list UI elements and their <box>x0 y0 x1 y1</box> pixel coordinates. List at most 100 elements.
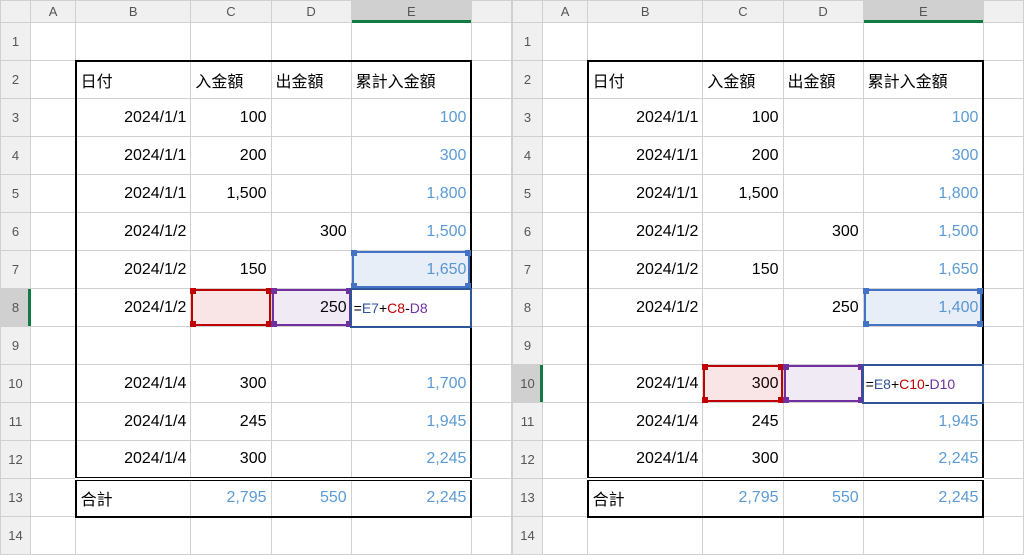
cell[interactable] <box>783 403 863 441</box>
cell[interactable]: 1,650 <box>863 251 983 289</box>
cell[interactable]: 2024/1/2 <box>588 289 703 327</box>
cell[interactable]: 200 <box>703 137 783 175</box>
row-header[interactable]: 1 <box>513 23 543 61</box>
cell[interactable]: 550 <box>271 479 351 517</box>
cell[interactable] <box>703 289 783 327</box>
cell[interactable]: 1,945 <box>863 403 983 441</box>
row-header[interactable]: 12 <box>1 441 31 479</box>
cell-c8-trace[interactable] <box>191 289 271 327</box>
cell[interactable]: 2024/1/4 <box>76 403 191 441</box>
cell[interactable]: 累計入金額 <box>351 61 471 99</box>
col-header-e[interactable]: E <box>351 1 471 23</box>
cell[interactable] <box>271 175 351 213</box>
cell[interactable] <box>271 365 351 403</box>
row-header[interactable]: 14 <box>1 517 31 555</box>
cell[interactable]: 2024/1/1 <box>76 137 191 175</box>
corner-cell[interactable] <box>513 1 543 23</box>
cell[interactable]: 300 <box>783 213 863 251</box>
cell[interactable]: 100 <box>191 99 271 137</box>
cell[interactable]: 100 <box>351 99 471 137</box>
cell[interactable] <box>783 441 863 479</box>
cell[interactable]: 2024/1/2 <box>588 213 703 251</box>
cell[interactable]: 2,245 <box>863 479 983 517</box>
row-header[interactable]: 14 <box>513 517 543 555</box>
row-header[interactable]: 2 <box>513 61 543 99</box>
cell[interactable]: 2024/1/4 <box>588 403 703 441</box>
cell[interactable]: 日付 <box>588 61 703 99</box>
row-header[interactable]: 5 <box>513 175 543 213</box>
cell[interactable]: 245 <box>191 403 271 441</box>
row-header[interactable]: 3 <box>1 99 31 137</box>
cell[interactable]: 300 <box>351 137 471 175</box>
cell-e8-trace[interactable]: 1,400 <box>863 289 983 327</box>
cell[interactable]: 2024/1/2 <box>76 289 191 327</box>
cell[interactable] <box>271 327 351 365</box>
cell[interactable] <box>703 213 783 251</box>
cell[interactable]: 2024/1/1 <box>588 175 703 213</box>
cell[interactable]: 2024/1/4 <box>588 441 703 479</box>
col-header-a[interactable]: A <box>543 1 588 23</box>
cell[interactable] <box>783 251 863 289</box>
cell-d10-trace[interactable] <box>783 365 863 403</box>
cell[interactable]: 2024/1/2 <box>588 251 703 289</box>
cell[interactable]: 245 <box>703 403 783 441</box>
col-header-a[interactable]: A <box>31 1 76 23</box>
cell-d8-trace[interactable]: 250 <box>271 289 351 327</box>
cell[interactable] <box>76 327 191 365</box>
cell[interactable]: 200 <box>191 137 271 175</box>
cell[interactable]: 100 <box>703 99 783 137</box>
cell[interactable]: 300 <box>863 137 983 175</box>
grid-right[interactable]: A B C D E 1 2 日付 入金額 出金額 累計入金額 3 2024/1/… <box>512 0 1024 555</box>
grid-left[interactable]: A B C D E 1 2 日付 入金額 出金額 累計入金額 3 2024/1/… <box>0 0 512 555</box>
row-header[interactable]: 7 <box>1 251 31 289</box>
cell[interactable] <box>271 137 351 175</box>
cell-total-label[interactable]: 合計 <box>76 479 191 517</box>
row-header[interactable]: 4 <box>1 137 31 175</box>
cell[interactable]: 300 <box>191 441 271 479</box>
cell[interactable] <box>191 213 271 251</box>
cell[interactable]: 1,800 <box>863 175 983 213</box>
cell[interactable]: 2024/1/1 <box>76 175 191 213</box>
cell-e7-trace[interactable]: 1,650 <box>351 251 471 289</box>
row-header[interactable]: 10 <box>1 365 31 403</box>
cell[interactable]: 2024/1/1 <box>588 99 703 137</box>
row-header[interactable]: 8 <box>1 289 31 327</box>
col-header-c[interactable]: C <box>703 1 783 23</box>
cell[interactable]: 1,800 <box>351 175 471 213</box>
cell[interactable]: 1,700 <box>351 365 471 403</box>
cell[interactable]: 2024/1/2 <box>76 251 191 289</box>
cell-total-label[interactable]: 合計 <box>588 479 703 517</box>
cell[interactable]: 出金額 <box>783 61 863 99</box>
row-header[interactable]: 6 <box>513 213 543 251</box>
cell[interactable] <box>863 327 983 365</box>
cell[interactable]: 2024/1/2 <box>76 213 191 251</box>
row-header[interactable]: 1 <box>1 23 31 61</box>
cell[interactable]: 2,245 <box>863 441 983 479</box>
cell[interactable]: 2024/1/1 <box>588 137 703 175</box>
row-header[interactable]: 6 <box>1 213 31 251</box>
row-header[interactable]: 12 <box>513 441 543 479</box>
row-header[interactable]: 7 <box>513 251 543 289</box>
row-header[interactable]: 13 <box>1 479 31 517</box>
cell[interactable] <box>271 99 351 137</box>
cell[interactable]: 2,795 <box>191 479 271 517</box>
col-header-d[interactable]: D <box>271 1 351 23</box>
cell[interactable] <box>783 99 863 137</box>
cell[interactable]: 300 <box>191 365 271 403</box>
corner-cell[interactable] <box>1 1 31 23</box>
col-header-c[interactable]: C <box>191 1 271 23</box>
cell[interactable] <box>271 251 351 289</box>
cell[interactable] <box>191 327 271 365</box>
cell[interactable]: 入金額 <box>191 61 271 99</box>
col-header-e[interactable]: E <box>863 1 983 23</box>
cell[interactable]: 250 <box>783 289 863 327</box>
cell[interactable]: 150 <box>703 251 783 289</box>
cell[interactable] <box>783 137 863 175</box>
cell-e10-formula[interactable]: =E8+C10-D10 <box>863 365 983 403</box>
col-header-b[interactable]: B <box>76 1 191 23</box>
cell[interactable] <box>588 327 703 365</box>
cell[interactable]: 2024/1/4 <box>588 365 703 403</box>
row-header[interactable]: 11 <box>1 403 31 441</box>
cell[interactable] <box>703 327 783 365</box>
cell[interactable] <box>271 403 351 441</box>
